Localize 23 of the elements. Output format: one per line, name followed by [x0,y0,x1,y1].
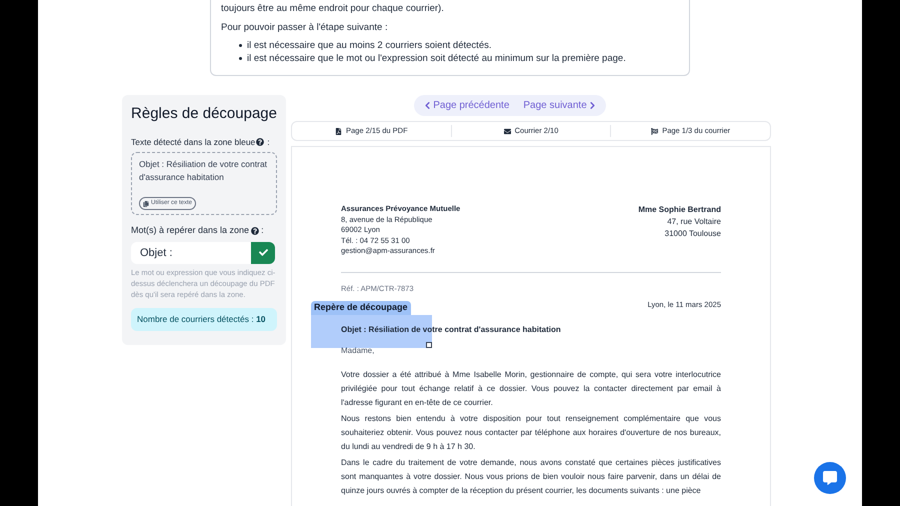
requirement-item: il est nécessaire que le mot ou l'expression soit détecté au minimum sur la première page. [239,52,679,65]
keyword-input[interactable]: Objet : [131,242,251,264]
instruction-text: toujours être au même endroit pour chaque courrier). [221,2,445,15]
instruction-heading: Pour pouvoir passer à l'étape suivante : [221,21,389,34]
detected-text-label: Texte détecté dans la zone bleue [131,136,256,148]
recipient-line: Mme Sophie Bertrand [638,204,721,216]
salutation: Madame, [341,345,376,357]
detected-text: Objet : Résiliation de votre contrat d'assurance habitation [139,158,268,184]
letter-subject: Objet : Résiliation de votre contrat d'assurance habitation [341,324,562,336]
keyword-label: Mot(s) à repérer dans la zone [131,224,250,238]
selection-label: Repère de découpage [311,301,411,314]
next-page-button[interactable]: Page suivante [523,98,598,113]
previous-page-button[interactable]: Page précédente [422,98,510,113]
letter-paragraph: Dans le cadre du traitement de votre demande, nous avons constaté que certaines pièces justificatives sont manquantes à votre dossier. Nous vous prions de bien vouloir nous faire parvenir, dans un délai de quinze jours ouvrés à compter de la réception du présent courrier, les documents suivants : une pièce [341,457,721,497]
recipient-line: 31000 Toulouse [664,228,721,240]
recipient-line: 47, rue Voltaire [666,216,721,228]
label-colon: : [267,136,270,148]
panel-title: Règles de découpage [131,104,277,124]
detected-count: Nombre de courriers détectés : 10 [131,308,277,330]
label-colon: : [261,224,264,238]
letter-paragraph: Nous restons bien entendu à votre disposition pour tout renseignement complémentaire que vous souhaiteriez obtenir. Vous pouvez nous contacter par téléphone aux horaires d'ouverture de nos bureaux, du lundi au vendredi de 9 h à 17 h 30. [341,413,721,453]
requirement-item: il est nécessaire que au moins 2 courriers soient détectés. [239,39,679,52]
letter-paragraph: Votre dossier a été attribué à Mme Isabelle Morin, gestionnaire de compte, qui sera votre interlocutrice privilégiée pour tout échange relatif à ce dossier. Vous pouvez la contacter directement par email à l'adresse figurant en en-tête de ce courrier. [341,369,721,409]
